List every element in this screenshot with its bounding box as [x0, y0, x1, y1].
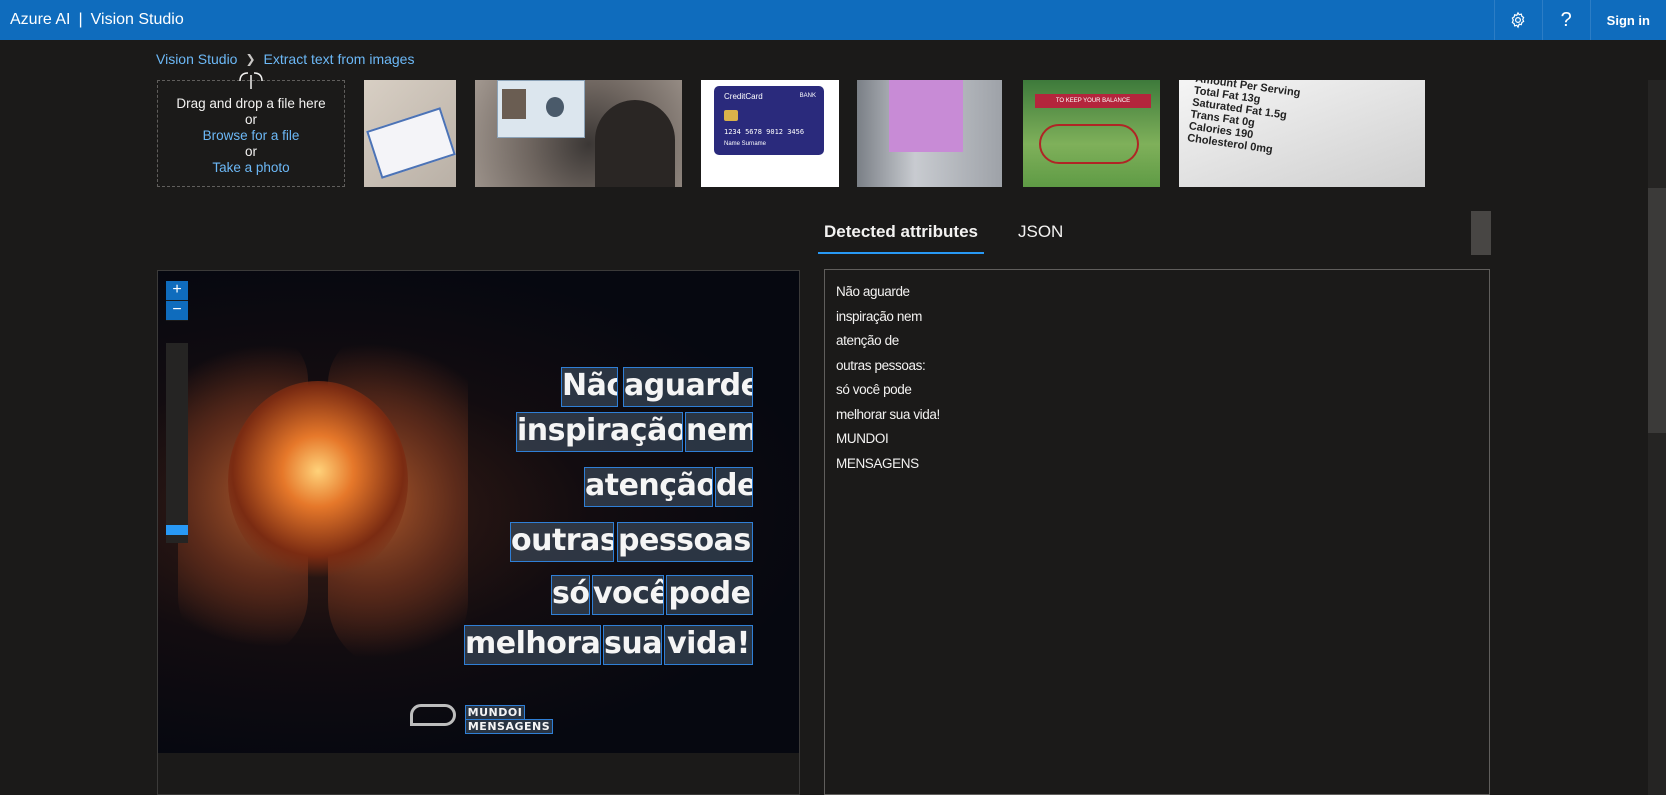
word-box[interactable]: aguarde [623, 367, 753, 407]
sign-in-button[interactable]: Sign in [1589, 0, 1666, 40]
word-box[interactable]: inspiração [516, 412, 683, 452]
id-card-shape [497, 80, 585, 138]
poster-banner: TO KEEP YOUR BALANCE [1035, 94, 1151, 108]
top-bar: Azure AI | Vision Studio ? Sign in [0, 0, 1666, 40]
gear-icon [1511, 11, 1525, 29]
fingerprint-icon [546, 97, 564, 117]
word-box[interactable]: vida! [664, 625, 753, 665]
tab-json[interactable]: JSON [1012, 216, 1069, 254]
zoom-out-button[interactable]: − [166, 301, 188, 321]
sample-image-ssn-card[interactable] [364, 80, 456, 187]
zoom-controls: + − [166, 281, 188, 321]
chevron-right-icon: ❯ [245, 52, 256, 66]
breadcrumb: Vision Studio ❯ Extract text from images [156, 51, 414, 67]
result-line: inspiração nem [836, 308, 922, 324]
photo-shape [502, 89, 526, 119]
upload-dropzone[interactable]: Drag and drop a file here or Browse for … [157, 72, 345, 187]
sample-image-nutrition-label[interactable]: Amount Per Serving Total Fat 13g Saturat… [1179, 80, 1425, 187]
upload-or-1: or [244, 112, 257, 127]
cc-bank: BANK [799, 93, 816, 99]
sample-image-id-card[interactable] [475, 80, 682, 187]
word-box[interactable]: melhorar [464, 625, 601, 665]
word-box[interactable]: de [715, 467, 753, 507]
take-photo-link[interactable]: Take a photo [158, 160, 344, 175]
tab-detected-attributes[interactable]: Detected attributes [818, 216, 984, 254]
result-line: Não aguarde [836, 284, 910, 299]
word-box[interactable]: pode [666, 575, 753, 615]
result-line: atenção de [836, 333, 899, 348]
result-line: MUNDOI [836, 431, 889, 446]
brand-vision-studio: Vision Studio [90, 11, 184, 28]
person-shape [595, 100, 675, 187]
sample-image-handwritten-note[interactable] [857, 80, 1002, 187]
word-box[interactable]: MENSAGENS [465, 719, 553, 734]
poster-banner-text: TO KEEP YOUR BALANCE [1055, 98, 1131, 104]
brand-separator: | [78, 11, 83, 28]
word-box[interactable]: você [592, 575, 664, 615]
settings-button[interactable] [1493, 0, 1542, 40]
page-scrollbar[interactable] [1648, 80, 1666, 795]
browse-file-link[interactable]: Browse for a file [158, 128, 344, 143]
result-line: melhorar sua vida! [836, 406, 940, 422]
sample-image-bike-poster[interactable]: TO KEEP YOUR BALANCE [1023, 80, 1160, 187]
sticky-note-shape [889, 80, 963, 152]
sample-image-credit-card[interactable]: CreditCard BANK 1234 5678 9012 3456 Name… [701, 80, 839, 187]
image-preview-panel: Não aguarde inspiração nem atenção de ou… [157, 270, 800, 795]
glowing-light [228, 381, 408, 581]
zoom-in-button[interactable]: + [166, 281, 188, 301]
help-button[interactable]: ? [1541, 0, 1590, 40]
brand-azure-ai: Azure AI [10, 11, 71, 28]
mundo-mensagens-logo-icon [410, 704, 456, 726]
brand[interactable]: Azure AI | Vision Studio [0, 11, 184, 29]
cc-number: 1234 5678 9012 3456 [724, 128, 805, 136]
nutrition-label-text: Amount Per Serving Total Fat 13g Saturat… [1179, 80, 1425, 187]
cc-owner: Name Surname [724, 141, 767, 147]
upload-icon [239, 72, 263, 89]
result-line: outras pessoas: [836, 357, 926, 373]
word-box[interactable]: outras [510, 522, 614, 562]
breadcrumb-vision-studio[interactable]: Vision Studio [156, 51, 237, 67]
bicycle-icon [1039, 124, 1139, 164]
help-icon: ? [1560, 8, 1572, 31]
chip-icon [724, 110, 738, 121]
upload-instruction: Drag and drop a file here [176, 96, 326, 111]
word-box[interactable]: só [551, 575, 590, 615]
word-box[interactable]: pessoas: [617, 522, 753, 562]
zoom-slider[interactable] [166, 343, 188, 543]
panel-scroll-handle[interactable] [1471, 211, 1491, 255]
word-box[interactable]: sua [603, 625, 662, 665]
upload-or-2: or [244, 144, 257, 159]
detected-text-panel: Não aguarde inspiração nem atenção de ou… [824, 269, 1490, 795]
analyzed-image: Não aguarde inspiração nem atenção de ou… [158, 271, 799, 753]
breadcrumb-current[interactable]: Extract text from images [264, 51, 415, 67]
word-box[interactable]: atenção [584, 467, 713, 507]
word-box[interactable]: Não [561, 367, 618, 407]
zoom-slider-thumb[interactable] [166, 525, 188, 535]
word-box[interactable]: nem [685, 412, 753, 452]
card-shape [366, 107, 456, 179]
result-line: só você pode [836, 382, 912, 397]
result-tabs: Detected attributes JSON [818, 216, 1069, 254]
page-scrollbar-thumb[interactable] [1648, 188, 1666, 433]
result-line: MENSAGENS [836, 455, 919, 471]
word-box[interactable]: MUNDOI [465, 705, 525, 720]
credit-card-shape: CreditCard BANK 1234 5678 9012 3456 Name… [714, 86, 824, 155]
cc-title: CreditCard [724, 92, 763, 101]
